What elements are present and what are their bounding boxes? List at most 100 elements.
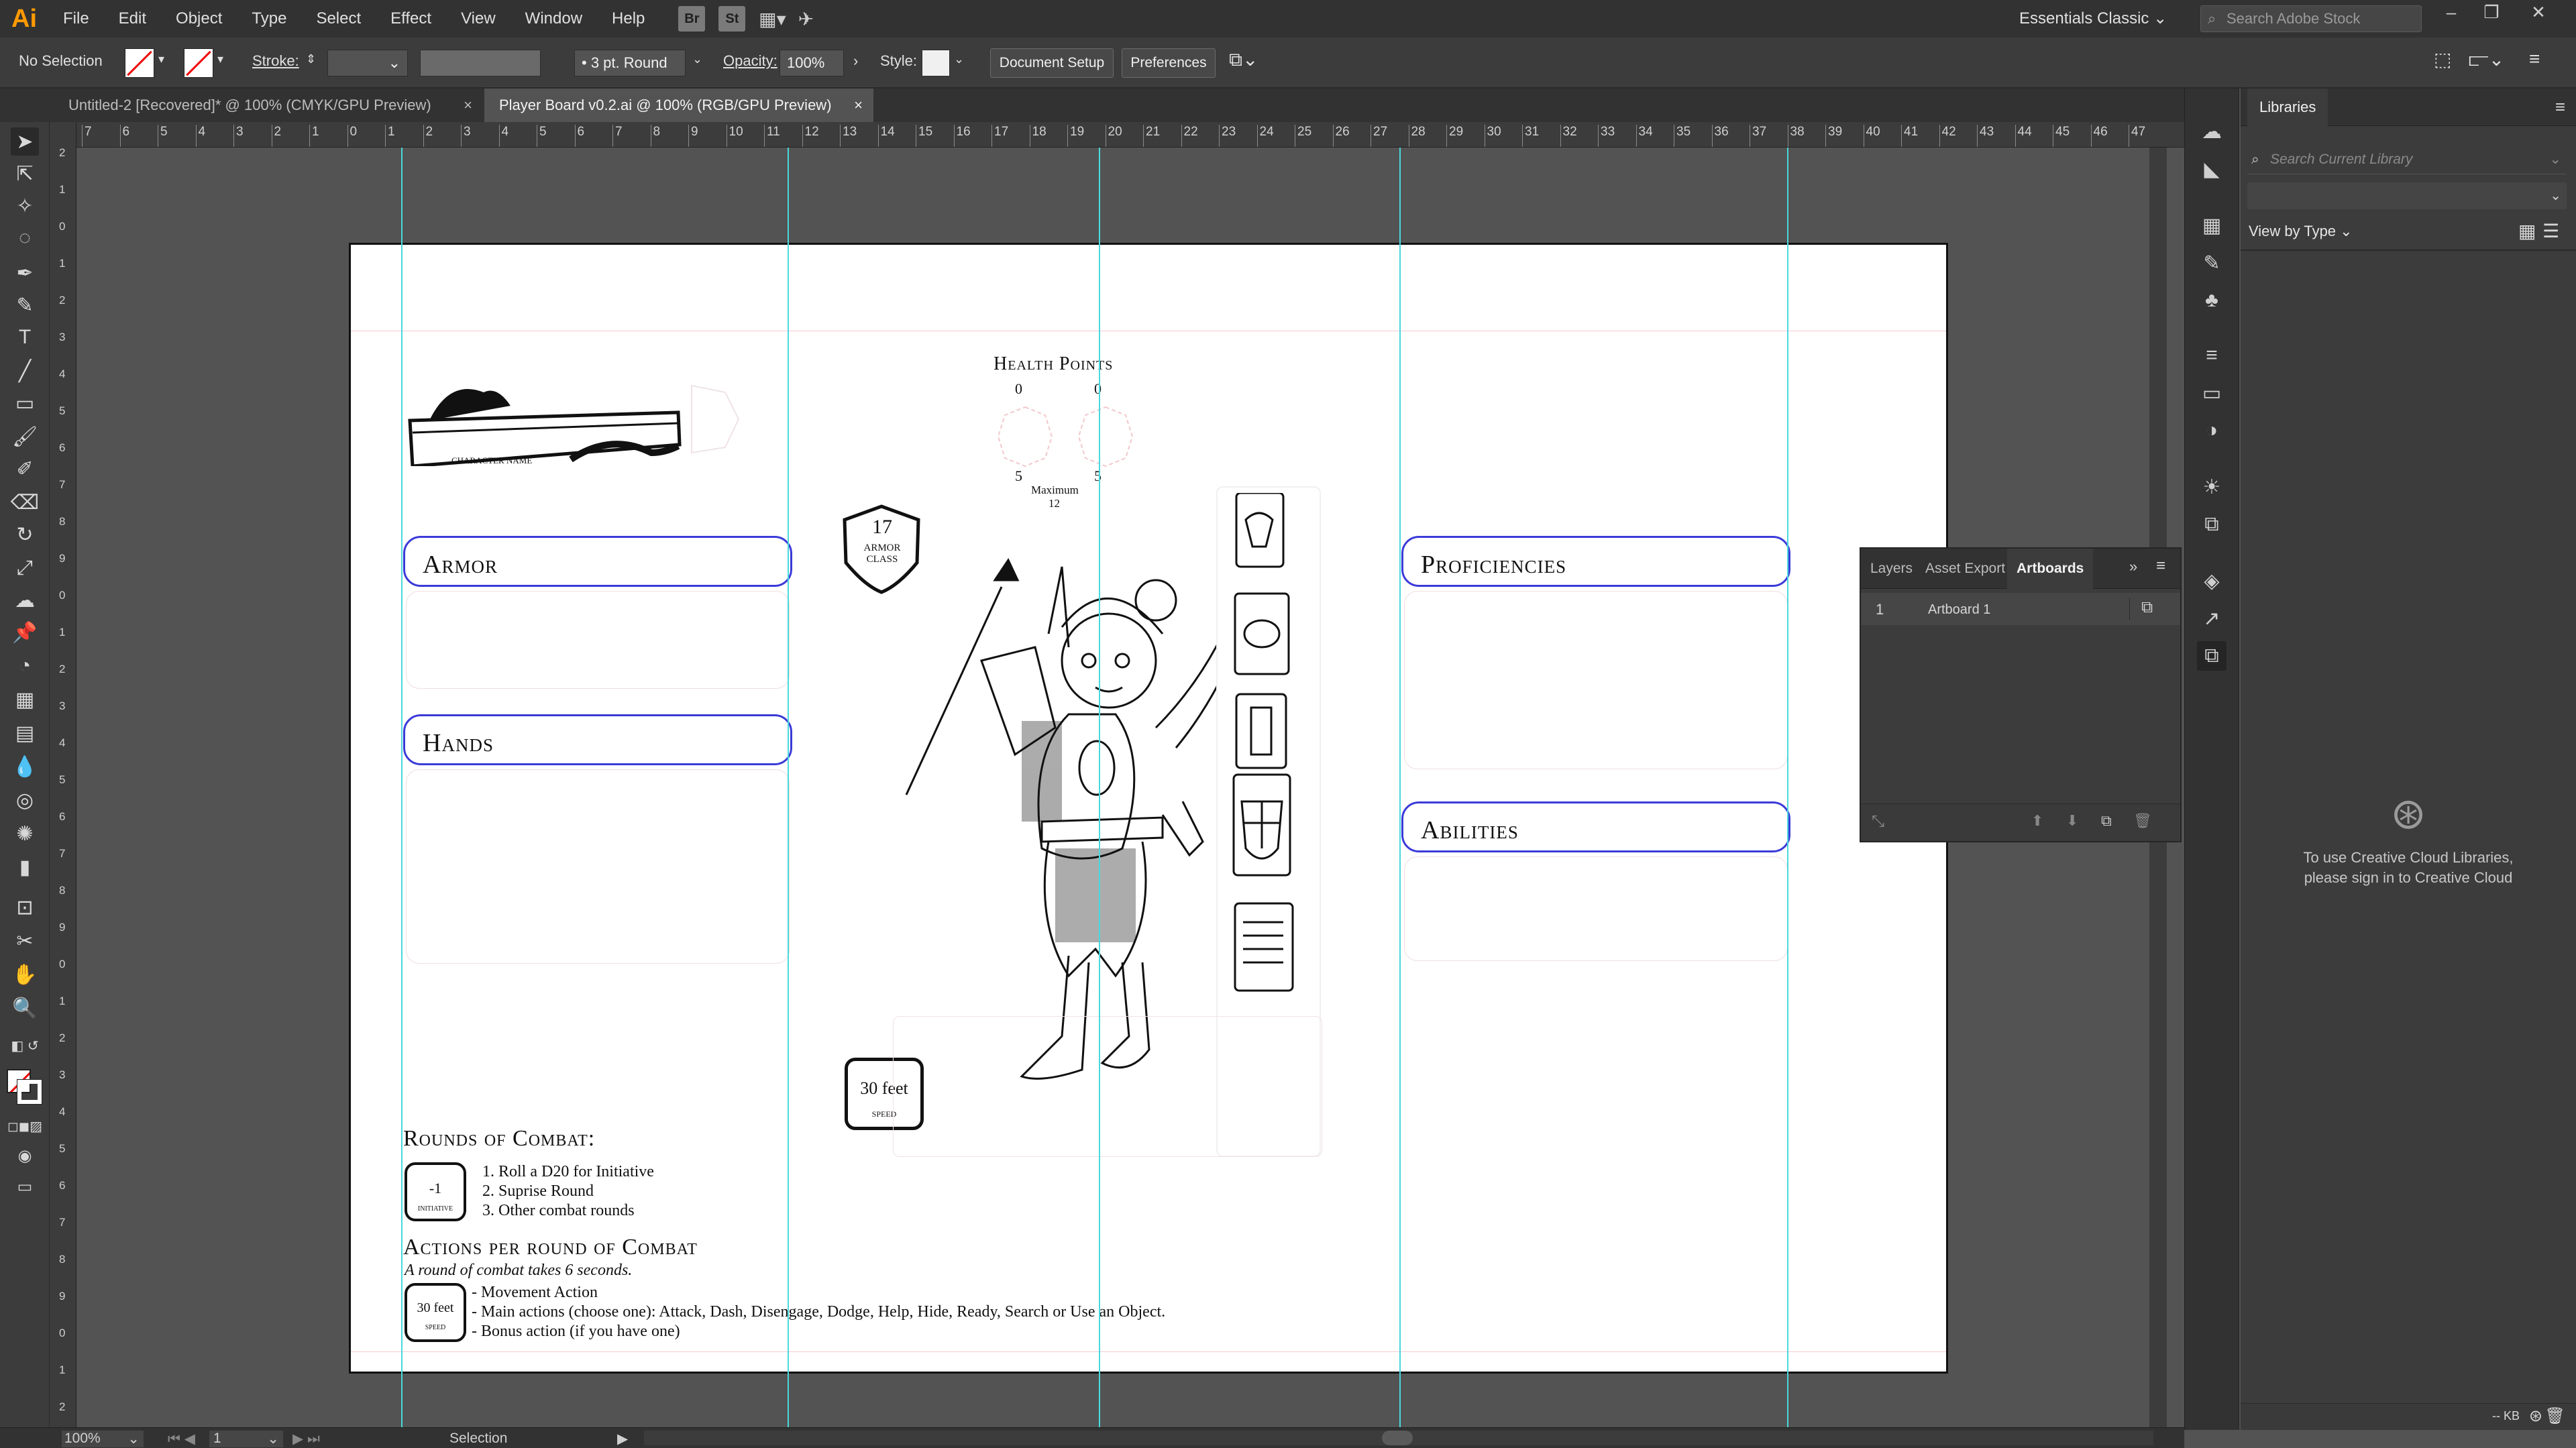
vertical-ruler[interactable]: 2101234567890123456789012345678901234 bbox=[50, 122, 76, 1427]
horizontal-scrollbar[interactable] bbox=[644, 1431, 2153, 1445]
slice-tool-icon[interactable]: ✂ bbox=[11, 927, 39, 955]
paintbrush-tool-icon[interactable]: 🖌 bbox=[11, 423, 39, 451]
column-graph-tool-icon[interactable]: ▮ bbox=[11, 853, 39, 881]
library-search-input[interactable]: ⌕ Search Current Library ⌄ bbox=[2247, 145, 2567, 174]
collapse-panel-icon[interactable]: » bbox=[2129, 558, 2137, 575]
properties-panel-icon[interactable]: ◣ bbox=[2197, 154, 2226, 184]
gradient-tool-icon[interactable]: ▤ bbox=[11, 719, 39, 747]
workspace-switcher[interactable]: Essentials Classic ⌄ bbox=[2019, 0, 2167, 38]
stroke-dropdown-icon[interactable]: ▾ bbox=[217, 52, 223, 66]
transform-icon[interactable]: ⫍⌄ bbox=[2469, 48, 2504, 71]
document-setup-button[interactable]: Document Setup bbox=[990, 48, 1114, 78]
tab-artboards[interactable]: Artboards bbox=[2007, 549, 2094, 589]
grid-view-icon[interactable]: ▦ bbox=[2518, 220, 2536, 242]
horizontal-ruler[interactable]: 7 6 5 4 3 2 1 0 1 2 3 4 5 6 7 8 9 10 11 12 13 14 15 16 17 18 19 20 2… bbox=[64, 122, 2184, 148]
panel-menu-icon[interactable]: ≡ bbox=[2529, 48, 2540, 70]
bridge-button[interactable]: Br bbox=[678, 6, 706, 32]
artboard-next-last-icon[interactable]: ▶ ⏭ bbox=[292, 1431, 320, 1447]
artboard-name[interactable]: Artboard 1 bbox=[1928, 602, 1990, 618]
restore-button[interactable]: ❐ bbox=[2471, 0, 2512, 27]
screen-mode-icon[interactable]: ▭ bbox=[11, 1172, 39, 1201]
opacity-expand-icon[interactable]: › bbox=[853, 52, 858, 70]
menu-select[interactable]: Select bbox=[301, 9, 376, 28]
arrange-icon[interactable]: ⧉⌄ bbox=[1229, 48, 1258, 71]
appearance-panel-icon[interactable]: ☀ bbox=[2197, 472, 2226, 502]
menu-type[interactable]: Type bbox=[237, 9, 301, 28]
vertical-guide[interactable] bbox=[1787, 148, 1788, 1427]
line-tool-icon[interactable]: ╱ bbox=[11, 357, 39, 385]
zoom-level-input[interactable]: 100% ⌄ bbox=[62, 1431, 144, 1447]
panel-menu-icon[interactable]: ≡ bbox=[2555, 97, 2565, 117]
artboard-first-prev-icon[interactable]: ⏮ ◀ bbox=[168, 1431, 195, 1447]
opacity-label[interactable]: Opacity: bbox=[723, 52, 777, 70]
selection-tool-icon[interactable]: ➤ bbox=[11, 127, 39, 156]
hand-tool-icon[interactable]: ✋ bbox=[11, 960, 39, 989]
swatches-panel-icon[interactable]: ▦ bbox=[2197, 211, 2226, 240]
symbol-sprayer-tool-icon[interactable]: ✺ bbox=[11, 820, 39, 848]
rotate-tool-icon[interactable]: ↻ bbox=[11, 520, 39, 549]
list-view-icon[interactable]: ☰ bbox=[2542, 220, 2559, 242]
current-tool-status[interactable]: Selection bbox=[449, 1431, 507, 1447]
new-artboard-icon[interactable]: ⧉ bbox=[2101, 812, 2112, 830]
stock-button[interactable]: St bbox=[718, 6, 746, 32]
tab-untitled-2[interactable]: Untitled-2 [Recovered]* @ 100% (CMYK/GPU… bbox=[54, 89, 483, 122]
vertical-guide[interactable] bbox=[401, 148, 402, 1427]
canvas[interactable]: CHARACTER NAME Health Points 0 0 5 5 Max… bbox=[76, 148, 2167, 1427]
status-menu-icon[interactable]: ▶ bbox=[617, 1431, 628, 1447]
tab-layers[interactable]: Layers bbox=[1861, 549, 1922, 589]
tab-player-board[interactable]: Player Board v0.2.ai @ 100% (RGB/GPU Pre… bbox=[484, 89, 873, 122]
symbols-panel-icon[interactable]: ♣ bbox=[2197, 286, 2226, 315]
library-dropdown[interactable]: ⌄ bbox=[2247, 182, 2567, 209]
align-icon[interactable]: ⬚ bbox=[2434, 48, 2451, 70]
tab-asset-export[interactable]: Asset Export bbox=[1916, 549, 2015, 589]
type-tool-icon[interactable]: T bbox=[11, 323, 39, 351]
vertical-guide[interactable] bbox=[788, 148, 789, 1427]
shaper-tool-icon[interactable]: ✐ bbox=[11, 455, 39, 483]
artboard-row[interactable]: 1 Artboard 1 ⧉ bbox=[1861, 593, 2180, 625]
stock-search-input[interactable]: ⌕ Search Adobe Stock bbox=[2200, 5, 2422, 32]
close-icon[interactable]: × bbox=[464, 89, 472, 122]
move-up-icon[interactable]: ⬆ bbox=[2031, 812, 2043, 830]
style-dropdown-icon[interactable]: ⌄ bbox=[954, 52, 964, 66]
stroke-label[interactable]: Stroke: bbox=[252, 52, 299, 70]
lasso-tool-icon[interactable]: ◌ bbox=[11, 224, 39, 252]
puppet-warp-tool-icon[interactable]: 📌 bbox=[11, 618, 39, 647]
eraser-tool-icon[interactable]: ⌫ bbox=[11, 488, 39, 516]
blend-tool-icon[interactable]: ◎ bbox=[11, 786, 39, 814]
tab-libraries[interactable]: Libraries bbox=[2247, 89, 2328, 126]
menu-object[interactable]: Object bbox=[161, 9, 237, 28]
stroke-swatch[interactable] bbox=[184, 48, 213, 78]
close-icon[interactable]: × bbox=[854, 89, 863, 122]
rectangle-tool-icon[interactable]: ▭ bbox=[11, 389, 39, 417]
vertical-guide[interactable] bbox=[1099, 148, 1100, 1427]
shape-builder-tool-icon[interactable]: ◔ bbox=[11, 652, 39, 680]
curvature-tool-icon[interactable]: ✎ bbox=[11, 291, 39, 319]
artboard-tool-icon[interactable]: ⊡ bbox=[11, 893, 39, 922]
brush-dropdown-icon[interactable]: ⌄ bbox=[692, 52, 702, 66]
magic-wand-tool-icon[interactable]: ✧ bbox=[11, 192, 39, 220]
color-mode-icon[interactable]: ◻◼▨ bbox=[7, 1112, 42, 1140]
direct-selection-tool-icon[interactable]: ⇱ bbox=[11, 160, 39, 188]
view-by-type-dropdown[interactable]: View by Type ⌄ bbox=[2249, 223, 2353, 240]
artboard-number-input[interactable]: 1 ⌄ bbox=[209, 1431, 283, 1447]
asset-export-panel-icon[interactable]: ↗ bbox=[2197, 604, 2226, 633]
stroke-weight-input[interactable]: ⌄ bbox=[327, 50, 408, 76]
preferences-button[interactable]: Preferences bbox=[1122, 48, 1216, 78]
panel-menu-icon[interactable]: ≡ bbox=[2156, 557, 2165, 575]
delete-artboard-icon[interactable]: 🗑 bbox=[2133, 812, 2152, 830]
perspective-grid-tool-icon[interactable]: ▦ bbox=[11, 685, 39, 714]
close-window-button[interactable]: ✕ bbox=[2512, 0, 2565, 27]
transparency-panel-icon[interactable]: ◑ bbox=[2197, 416, 2226, 445]
vertical-guide[interactable] bbox=[1399, 148, 1401, 1427]
opacity-input[interactable]: 100% bbox=[780, 50, 844, 76]
menu-effect[interactable]: Effect bbox=[376, 9, 446, 28]
variable-width-profile[interactable] bbox=[420, 50, 541, 76]
menu-edit[interactable]: Edit bbox=[104, 9, 161, 28]
sync-status-icon[interactable]: ⊛ bbox=[2529, 1406, 2542, 1426]
artboard-options-icon[interactable]: ⧉ bbox=[2141, 598, 2153, 617]
artboards-panel-icon[interactable]: ⧉ bbox=[2197, 641, 2226, 671]
brushes-panel-icon[interactable]: ✎ bbox=[2197, 248, 2226, 278]
fill-stroke-icon[interactable] bbox=[5, 1068, 43, 1105]
delete-icon[interactable]: 🗑 bbox=[2545, 1406, 2565, 1426]
graphic-style-swatch[interactable] bbox=[922, 50, 950, 76]
